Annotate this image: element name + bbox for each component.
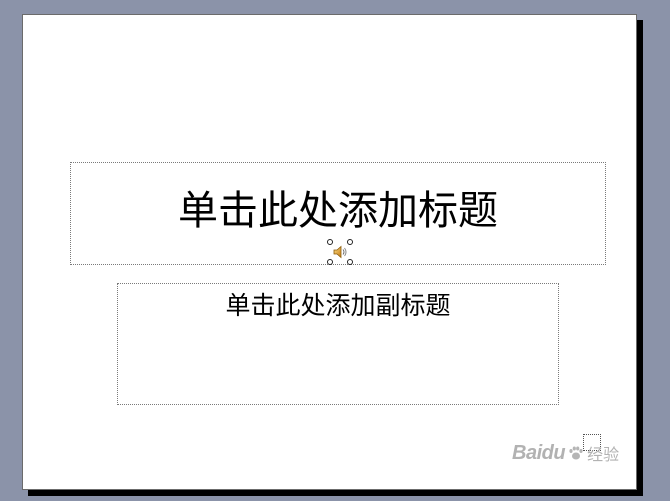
title-placeholder-text: 单击此处添加标题 — [178, 188, 498, 234]
subtitle-placeholder[interactable]: 单击此处添加副标题 — [117, 283, 559, 405]
slide-canvas[interactable]: 单击此处添加标题 单击此处添加副标题 — [22, 14, 637, 490]
speaker-icon — [333, 245, 347, 259]
small-object-frame[interactable] — [583, 434, 601, 451]
sound-object[interactable] — [327, 239, 353, 265]
subtitle-placeholder-text: 单击此处添加副标题 — [225, 291, 451, 320]
